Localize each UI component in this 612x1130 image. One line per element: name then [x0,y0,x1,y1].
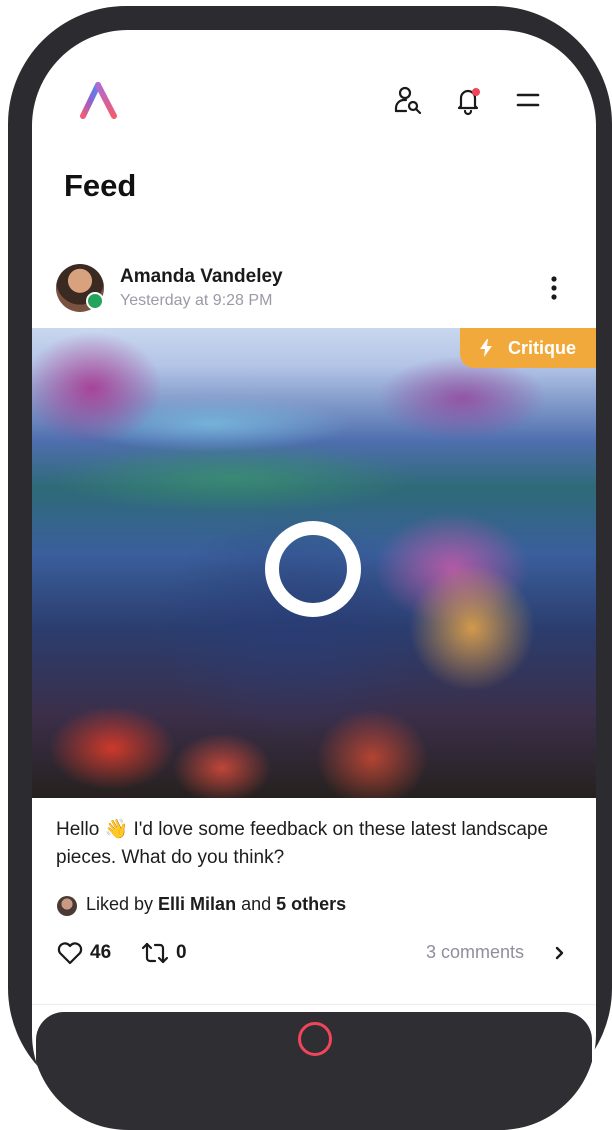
post-caption: Hello 👋 I'd love some feedback on these … [56,819,549,868]
post-timestamp: Yesterday at 9:28 PM [120,292,273,309]
loading-ring-icon[interactable] [265,521,361,617]
heart-icon [57,942,83,965]
menu-button[interactable] [510,82,546,118]
like-count: 46 [90,942,112,963]
repost-count: 0 [176,942,187,963]
liker-name[interactable]: Elli Milan [158,894,236,914]
user-search-button[interactable] [390,82,426,118]
page-title: Feed [64,168,137,203]
bell-icon [457,88,480,116]
repost-icon [141,942,169,964]
critique-badge-label: Critique [507,337,576,358]
create-post-icon[interactable] [298,1022,332,1056]
likers-others[interactable]: 5 others [276,894,346,914]
notifications-button[interactable] [450,82,486,118]
post-image[interactable]: Critique [32,328,596,798]
post-options-button[interactable] [540,272,568,304]
post-divider [32,1004,596,1005]
more-vertical-icon [551,276,557,300]
comments-link[interactable]: 3 comments [426,942,524,963]
bottom-navigation-bar [36,1012,592,1130]
liked-by-joiner: and [236,894,277,914]
lightning-icon [479,339,492,357]
user-search-icon [394,86,422,115]
app-screen: Feed Amanda Vandeley Yesterday at 9:28 P… [32,30,596,1130]
like-button[interactable]: 46 [56,940,111,966]
menu-icon [516,93,540,107]
author-name[interactable]: Amanda Vandeley [120,266,283,288]
chevron-right-icon[interactable] [552,944,566,962]
repost-button[interactable]: 0 [140,940,187,966]
critique-badge: Critique [459,328,596,368]
liker-avatar [57,896,77,916]
liked-by-prefix: Liked by [86,894,159,914]
online-status-dot [86,292,104,310]
liked-by-text: Liked by Elli Milan and 5 others [86,894,346,915]
app-logo[interactable] [80,80,118,120]
